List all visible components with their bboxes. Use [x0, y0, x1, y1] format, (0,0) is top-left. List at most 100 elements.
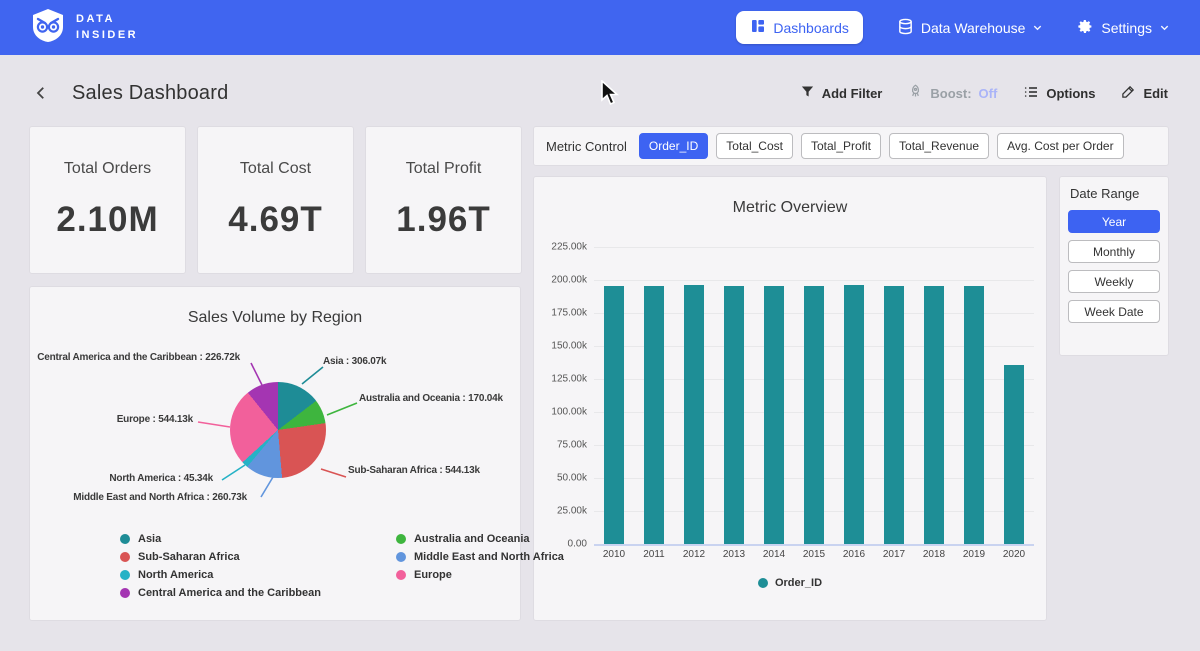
kpi-value: 2.10M: [56, 200, 158, 240]
metric-button-total-profit[interactable]: Total_Profit: [801, 133, 881, 159]
pie-label-australia-oceania: Australia and Oceania : 170.04k: [359, 393, 503, 404]
pencil-icon: [1121, 84, 1136, 102]
nav-settings-menu[interactable]: Settings: [1077, 18, 1170, 38]
bar-chart-title: Metric Overview: [534, 199, 1046, 217]
metric-overview-chart-card: Metric Overview 225.00k200.00k175.00k150…: [534, 177, 1046, 620]
options-button[interactable]: Options: [1023, 84, 1095, 103]
app-root: DATA INSIDER Dashboards: [0, 0, 1200, 651]
gridline: [594, 544, 1034, 546]
page-header: Sales Dashboard Add Filter Boost: Off: [0, 72, 1200, 114]
y-axis-tick: 75.00k: [557, 440, 587, 451]
date-range-year-button[interactable]: Year: [1068, 210, 1160, 233]
chevron-down-icon: [1159, 20, 1170, 36]
pie-chart-title: Sales Volume by Region: [30, 309, 520, 327]
legend-item: Central America and the Caribbean: [120, 587, 321, 599]
metric-button-avg-cost-per-order[interactable]: Avg. Cost per Order: [997, 133, 1124, 159]
y-axis-tick: 200.00k: [551, 275, 587, 286]
owl-logo-icon: [30, 7, 66, 48]
brand-name: DATA INSIDER: [76, 12, 138, 44]
date-range-monthly-button[interactable]: Monthly: [1068, 240, 1160, 263]
boost-state: Off: [979, 86, 998, 101]
kpi-value: 4.69T: [228, 200, 323, 240]
kpi-card-total-profit: Total Profit 1.96T: [366, 127, 521, 273]
pie-label-europe: Europe : 544.13k: [117, 414, 193, 425]
pie-label-sub-saharan-africa: Sub-Saharan Africa : 544.13k: [348, 465, 480, 476]
bar-2015: [804, 286, 824, 544]
metric-button-total-cost[interactable]: Total_Cost: [716, 133, 793, 159]
x-axis-label: 2016: [834, 549, 874, 560]
x-axis-label: 2019: [954, 549, 994, 560]
boost-toggle[interactable]: Boost: Off: [908, 84, 997, 102]
legend-item: Australia and Oceania: [396, 533, 564, 545]
x-axis-label: 2014: [754, 549, 794, 560]
y-axis-tick: 25.00k: [557, 506, 587, 517]
bar-2012: [684, 285, 704, 544]
x-axis-label: 2013: [714, 549, 754, 560]
date-range-week-date-button[interactable]: Week Date: [1068, 300, 1160, 323]
kpi-label: Total Orders: [64, 160, 151, 178]
bar-2011: [644, 286, 664, 544]
top-navbar: DATA INSIDER Dashboards: [0, 0, 1200, 55]
y-axis-tick: 175.00k: [551, 308, 587, 319]
x-axis-label: 2015: [794, 549, 834, 560]
nav-settings-label: Settings: [1101, 20, 1152, 36]
y-axis-tick: 100.00k: [551, 407, 587, 418]
bar-2010: [604, 286, 624, 544]
kpi-card-total-cost: Total Cost 4.69T: [198, 127, 353, 273]
nav-data-warehouse-menu[interactable]: Data Warehouse: [897, 18, 1044, 38]
back-button[interactable]: [32, 84, 50, 102]
kpi-value: 1.96T: [396, 200, 491, 240]
legend-item: Europe: [396, 569, 564, 581]
nav-dashboards-label: Dashboards: [773, 20, 849, 36]
rocket-icon: [908, 84, 923, 102]
y-axis-tick: 225.00k: [551, 242, 587, 253]
dashboard-grid-icon: [750, 18, 766, 37]
edit-button[interactable]: Edit: [1121, 84, 1168, 102]
nav-data-warehouse-label: Data Warehouse: [921, 20, 1026, 36]
gear-icon: [1077, 18, 1094, 38]
bar-chart-x-axis: 2010201120122013201420152016201720182019…: [594, 549, 1034, 560]
legend-dot-order-id: [758, 578, 768, 588]
legend-item: North America: [120, 569, 321, 581]
bar-chart-legend: Order_ID: [534, 577, 1046, 589]
date-range-label: Date Range: [1070, 186, 1160, 201]
legend-item: Middle East and North Africa: [396, 551, 564, 563]
brand-logo[interactable]: DATA INSIDER: [30, 7, 138, 48]
kpi-card-total-orders: Total Orders 2.10M: [30, 127, 185, 273]
database-icon: [897, 18, 914, 38]
pie-legend: Asia Sub-Saharan Africa North America Ce…: [120, 533, 564, 599]
x-axis-label: 2018: [914, 549, 954, 560]
nav-dashboards-button[interactable]: Dashboards: [736, 11, 863, 44]
bar-2014: [764, 286, 784, 544]
date-range-panel: Date Range Year Monthly Weekly Week Date: [1060, 177, 1168, 355]
pie-label-asia: Asia : 306.07k: [323, 356, 386, 367]
bar-chart-plot: 225.00k200.00k175.00k150.00k125.00k100.0…: [594, 247, 1034, 544]
options-list-icon: [1023, 84, 1039, 103]
x-axis-label: 2011: [634, 549, 674, 560]
metric-button-total-revenue[interactable]: Total_Revenue: [889, 133, 989, 159]
kpi-label: Total Cost: [240, 160, 311, 178]
pie-label-middle-east-north-africa: Middle East and North Africa : 260.73k: [73, 492, 247, 503]
date-range-weekly-button[interactable]: Weekly: [1068, 270, 1160, 293]
legend-item: Sub-Saharan Africa: [120, 551, 321, 563]
x-axis-label: 2010: [594, 549, 634, 560]
metric-button-order-id[interactable]: Order_ID: [639, 133, 708, 159]
x-axis-label: 2020: [994, 549, 1034, 560]
add-filter-button[interactable]: Add Filter: [800, 84, 883, 102]
kpi-label: Total Profit: [406, 160, 482, 178]
bar-2017: [884, 286, 904, 544]
x-axis-label: 2012: [674, 549, 714, 560]
y-axis-tick: 50.00k: [557, 473, 587, 484]
bar-2019: [964, 286, 984, 544]
bar-2020: [1004, 365, 1024, 544]
y-axis-tick: 125.00k: [551, 374, 587, 385]
y-axis-tick: 0.00: [568, 539, 587, 550]
bar-2013: [724, 286, 744, 544]
pie-chart: [230, 382, 326, 478]
pie-label-north-america: North America : 45.34k: [109, 473, 213, 484]
chevron-down-icon: [1032, 20, 1043, 36]
sales-volume-chart-card: Sales Volume by Region Asia : 306.07k Au…: [30, 287, 520, 620]
filter-funnel-icon: [800, 84, 815, 102]
page-title: Sales Dashboard: [72, 82, 228, 105]
bar-2018: [924, 286, 944, 544]
